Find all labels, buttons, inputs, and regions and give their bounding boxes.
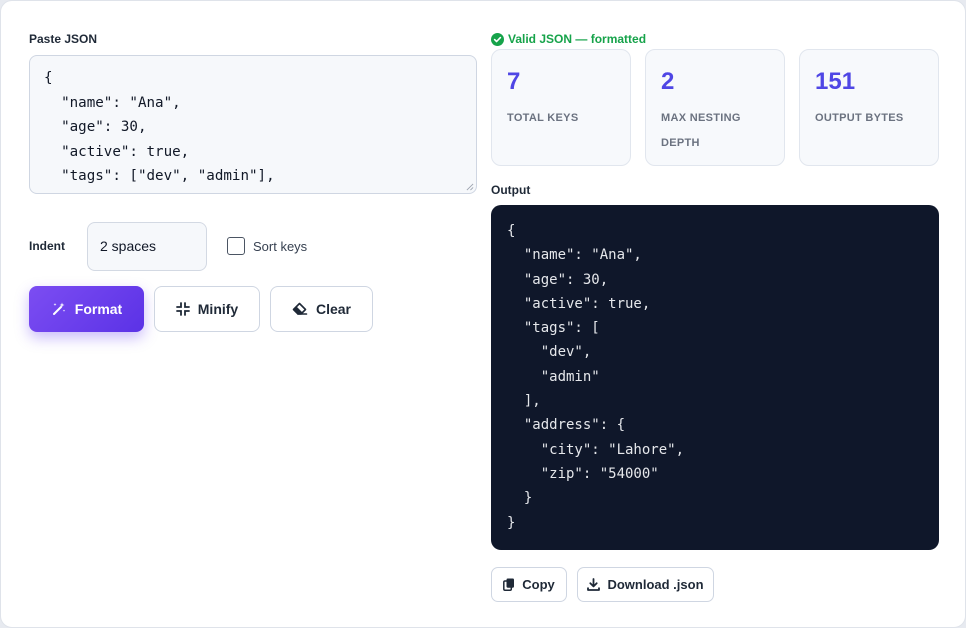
- stat-value: 7: [507, 68, 521, 95]
- format-button-label: Format: [74, 301, 123, 317]
- output-code-block: { "name": "Ana", "age": 30, "active": tr…: [491, 205, 939, 550]
- indent-label: Indent: [29, 239, 65, 253]
- stat-output-bytes: 151 OUTPUT BYTES: [799, 49, 939, 166]
- indent-select[interactable]: 2 spaces: [87, 222, 207, 271]
- resize-grip-icon[interactable]: [466, 183, 474, 191]
- eraser-icon: [292, 302, 308, 316]
- validation-status-text: Valid JSON — formatted: [508, 32, 647, 46]
- copy-button-label: Copy: [522, 577, 555, 592]
- stat-max-nesting-depth: 2 MAX NESTING DEPTH: [645, 49, 785, 166]
- output-label: Output: [491, 183, 531, 197]
- sort-keys-label[interactable]: Sort keys: [253, 239, 307, 254]
- json-input-textarea[interactable]: { "name": "Ana", "age": 30, "active": tr…: [29, 55, 477, 194]
- stat-label: TOTAL KEYS: [507, 112, 579, 124]
- check-circle-icon: [491, 32, 504, 46]
- json-formatter-card: Paste JSON { "name": "Ana", "age": 30, "…: [0, 0, 966, 628]
- sort-keys-checkbox[interactable]: [227, 237, 245, 255]
- stat-value: 151: [815, 68, 856, 95]
- stat-value: 2: [661, 68, 675, 95]
- clear-button[interactable]: Clear: [270, 286, 373, 332]
- input-label: Paste JSON: [29, 32, 98, 46]
- magic-wand-icon: [51, 301, 67, 317]
- stat-label: MAX NESTING DEPTH: [661, 112, 741, 149]
- download-icon: [587, 578, 601, 591]
- clear-button-label: Clear: [315, 301, 352, 317]
- copy-button[interactable]: Copy: [491, 567, 567, 602]
- download-button[interactable]: Download .json: [577, 567, 714, 602]
- collapse-icon: [175, 302, 190, 316]
- format-button[interactable]: Format: [29, 286, 144, 332]
- validation-status: Valid JSON — formatted: [491, 32, 646, 46]
- minify-button[interactable]: Minify: [154, 286, 260, 332]
- stat-label: OUTPUT BYTES: [815, 112, 904, 124]
- stat-total-keys: 7 TOTAL KEYS: [491, 49, 631, 166]
- download-button-label: Download .json: [607, 577, 704, 592]
- minify-button-label: Minify: [197, 301, 239, 317]
- copy-icon: [503, 578, 515, 591]
